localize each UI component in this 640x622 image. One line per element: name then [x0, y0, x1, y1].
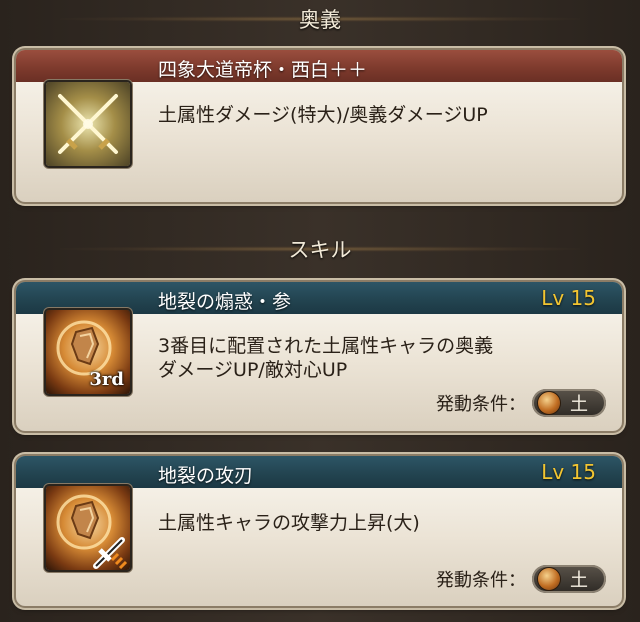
skill-description: 3番目に配置された土属性キャラの奥義 ダメージUP/敵対心UP: [158, 334, 493, 382]
skill-description: 土属性キャラの攻撃力上昇(大): [158, 511, 420, 535]
ougi-section-header: 奥義: [0, 2, 640, 36]
element-badge: 土: [532, 565, 606, 593]
trigger-label: 発動条件：: [436, 570, 526, 591]
element-badge: 土: [532, 389, 606, 417]
ougi-section-title: 奥義: [299, 8, 341, 32]
earth-orb-icon: [538, 568, 560, 590]
ougi-card[interactable]: 四象大道帝杯・西白＋＋ 土属性ダメージ(特大)/奥義ダメージUP: [16, 50, 622, 202]
crossed-swords-icon: [46, 82, 130, 166]
skill-card[interactable]: 地裂の煽惑・参 Lv 15 3rd 3番目に配置された土属性キャラの奥義 ダメー…: [16, 282, 622, 431]
ougi-description: 土属性ダメージ(特大)/奥義ダメージUP: [158, 104, 488, 126]
skill-card-header: [16, 456, 622, 488]
skill-description-line: 土属性キャラの攻撃力上昇(大): [158, 512, 420, 534]
skill-description-line: ダメージUP/敵対心UP: [158, 359, 348, 381]
skill-section-header: スキル: [0, 232, 640, 266]
element-label: 土: [570, 394, 588, 415]
skill-level: Lv 15: [541, 286, 596, 310]
skill-level: Lv 15: [541, 460, 596, 484]
trigger-condition: 発動条件： 土: [436, 565, 606, 593]
skill-section-title: スキル: [288, 238, 352, 262]
trigger-condition: 発動条件： 土: [436, 389, 606, 417]
ougi-name: 四象大道帝杯・西白＋＋: [158, 59, 368, 81]
earth-orb-icon: [538, 392, 560, 414]
skill-name: 地裂の煽惑・参: [158, 291, 292, 313]
skill-name: 地裂の攻刃: [158, 465, 254, 487]
skill-description-line: 3番目に配置された土属性キャラの奥義: [158, 335, 494, 357]
element-label: 土: [570, 570, 588, 591]
skill-card[interactable]: 地裂の攻刃 Lv 15 土属性キャラの攻撃力上昇(大) 発動条件： 土: [16, 456, 622, 606]
trigger-label: 発動条件：: [436, 394, 526, 415]
skill-badge: 3rd: [89, 369, 124, 390]
earth-rock-sword-icon: [46, 486, 130, 570]
earth-rock-icon: 3rd: [46, 310, 130, 394]
